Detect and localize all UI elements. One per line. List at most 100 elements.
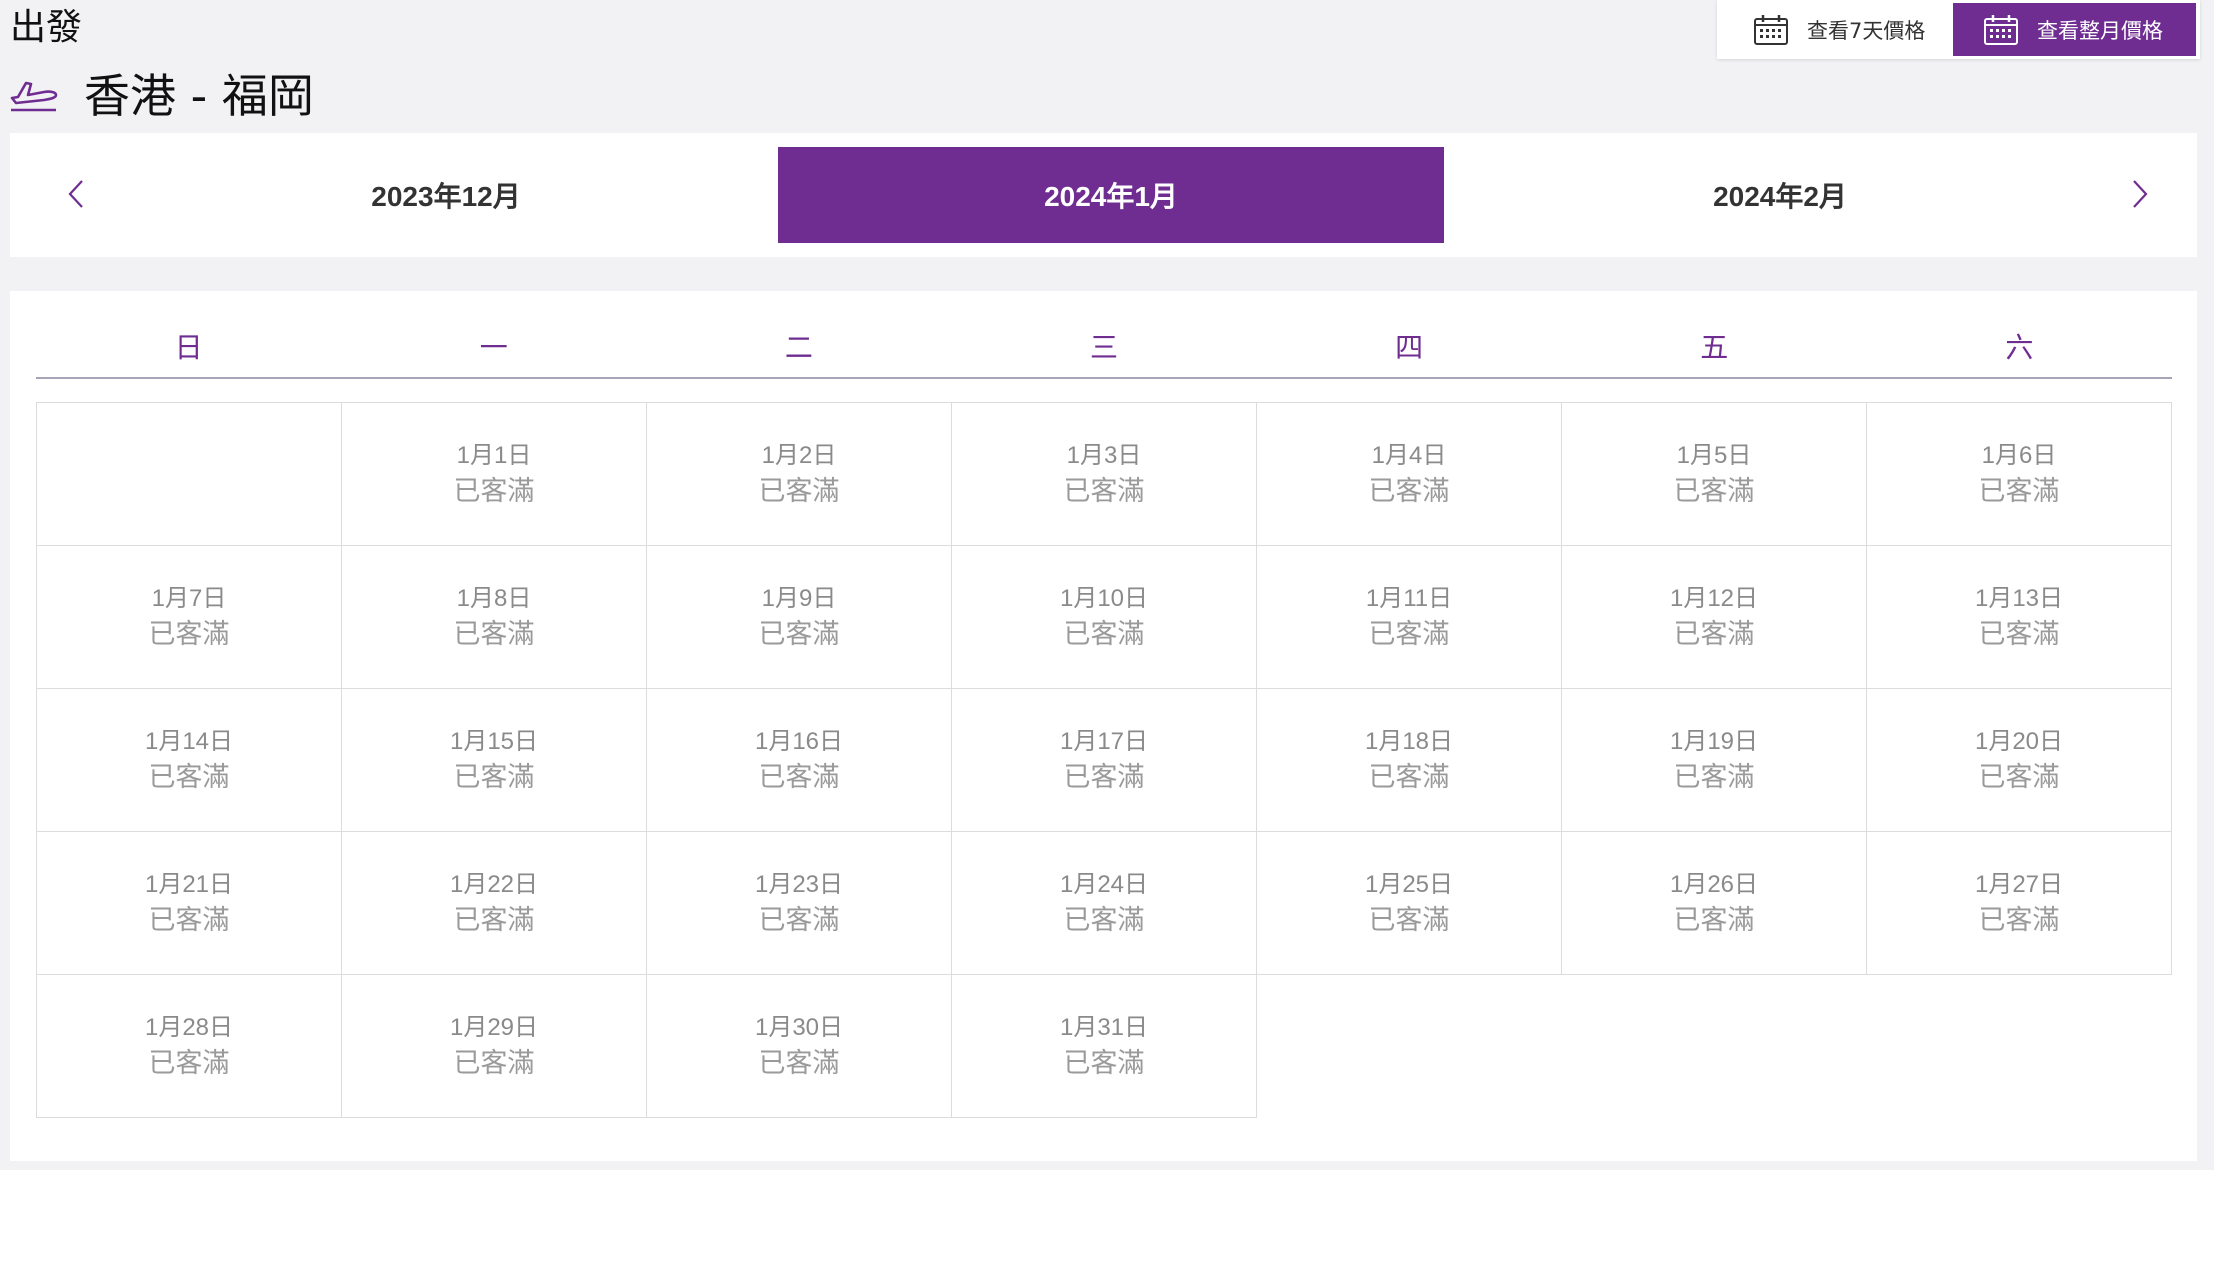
view-7-days-button[interactable]: 查看7天價格: [1717, 0, 1953, 59]
day-status: 已客滿: [758, 476, 840, 507]
day-cell[interactable]: 1月15日已客滿: [341, 688, 647, 832]
weekday-mon: 一: [479, 331, 508, 364]
day-date: 1月18日: [1364, 728, 1454, 755]
day-date: 1月10日: [1059, 585, 1149, 612]
day-cell[interactable]: 1月18日已客滿: [1256, 688, 1562, 832]
day-status: 已客滿: [1673, 905, 1755, 936]
day-status: 已客滿: [758, 905, 840, 936]
day-cell[interactable]: 1月19日已客滿: [1561, 688, 1867, 832]
day-cell[interactable]: 1月10日已客滿: [951, 545, 1257, 689]
day-status: 已客滿: [1063, 905, 1145, 936]
day-cell[interactable]: 1月23日已客滿: [646, 831, 952, 975]
day-status: 已客滿: [1063, 619, 1145, 650]
day-status: 已客滿: [453, 905, 535, 936]
day-date: 1月2日: [761, 442, 837, 469]
day-date: 1月28日: [144, 1014, 234, 1041]
day-date: 1月1日: [456, 442, 532, 469]
route-heading: 香港 - 福岡: [8, 58, 314, 128]
month-calendar: 日 一 二 三 四 五 六 1月1日 已客滿 1月2日 已客滿 1月3日 已客滿 1月…: [10, 291, 2197, 1161]
day-status: 已客滿: [453, 762, 535, 793]
price-view-toggle: 查看7天價格 查看整月價格: [1717, 0, 2200, 59]
calendar-grid: 1月1日 已客滿 1月2日 已客滿 1月3日 已客滿 1月4日 已客滿 1月5日 已客滿 …: [36, 402, 2172, 1118]
day-date: 1月6日: [1981, 442, 2057, 469]
weekday-thu: 四: [1395, 331, 1424, 364]
day-cell[interactable]: 1月3日已客滿: [951, 402, 1257, 546]
day-status: 已客滿: [148, 905, 230, 936]
month-tab-2023-12[interactable]: 2023年12月: [113, 147, 779, 243]
day-status: 已客滿: [1063, 476, 1145, 507]
month-selector: 2023年12月 2024年1月 2024年2月: [10, 133, 2197, 257]
plane-takeoff-icon: [10, 81, 58, 112]
day-date: 1月27日: [1974, 871, 2064, 898]
view-full-month-button[interactable]: 查看整月價格: [1953, 3, 2196, 56]
day-cell[interactable]: 1月8日已客滿: [341, 545, 647, 689]
day-cell[interactable]: 1月7日 已客滿: [36, 545, 342, 689]
day-date: 1月14日: [144, 728, 234, 755]
route-text: 香港 - 福岡: [84, 69, 314, 123]
weekday-wed: 三: [1089, 331, 1118, 364]
day-status: 已客滿: [148, 762, 230, 793]
day-cell[interactable]: 1月11日 已客滿: [1256, 545, 1562, 689]
day-cell[interactable]: 1月4日 已客滿: [1256, 402, 1562, 546]
view-full-month-label: 查看整月價格: [2037, 18, 2163, 43]
day-status: 已客滿: [148, 619, 230, 650]
day-cell[interactable]: 1月21日已客滿: [36, 831, 342, 975]
day-cell[interactable]: 1月26日 已客滿: [1561, 831, 1867, 975]
day-status: 已客滿: [1673, 762, 1755, 793]
previous-month-button[interactable]: [56, 169, 96, 219]
month-tab-2024-01[interactable]: 2024年1月: [778, 147, 1444, 243]
day-date: 1月17日: [1059, 728, 1149, 755]
day-cell[interactable]: 1月2日已客滿: [646, 402, 952, 546]
day-cell[interactable]: 1月25日已客滿: [1256, 831, 1562, 975]
day-status: 已客滿: [758, 1048, 840, 1079]
day-status: 已客滿: [148, 1048, 230, 1079]
day-status: 已客滿: [1368, 476, 1450, 507]
day-cell[interactable]: 1月22日已客滿: [341, 831, 647, 975]
day-status: 已客滿: [1673, 476, 1755, 507]
day-cell[interactable]: 1月27日 已客滿: [1866, 831, 2172, 975]
day-status: 已客滿: [453, 619, 535, 650]
day-date: 1月25日: [1364, 871, 1454, 898]
day-date: 1月16日: [754, 728, 844, 755]
view-7-days-label: 查看7天價格: [1807, 18, 1926, 43]
month-tab-2024-02[interactable]: 2024年2月: [1447, 147, 2113, 243]
calendar-icon: [1754, 14, 1788, 45]
day-cell[interactable]: 1月30日 已客滿: [646, 974, 952, 1118]
day-cell[interactable]: 1月14日已客滿: [36, 688, 342, 832]
day-date: 1月3日: [1066, 442, 1142, 469]
day-date: 1月11日: [1365, 585, 1453, 612]
next-month-button[interactable]: [2120, 169, 2160, 219]
day-cell[interactable]: 1月29日 已客滿: [341, 974, 647, 1118]
day-status: 已客滿: [758, 762, 840, 793]
fare-calendar-page: 出發 香港 - 福岡 查看7天價格 查看整月價格 2023年12月 2024年1…: [0, 0, 2214, 1170]
day-status: 已客滿: [1368, 762, 1450, 793]
day-date: 1月8日: [456, 585, 532, 612]
chevron-right-icon: [2133, 180, 2148, 208]
day-cell[interactable]: 1月6日 已客滿: [1866, 402, 2172, 546]
day-date: 1月23日: [754, 871, 844, 898]
day-cell[interactable]: 1月31日 已客滿: [951, 974, 1257, 1118]
day-date: 1月19日: [1669, 728, 1759, 755]
day-cell[interactable]: 1月9日已客滿: [646, 545, 952, 689]
day-date: 1月29日: [449, 1014, 539, 1041]
day-date: 1月21日: [144, 871, 234, 898]
day-status: 已客滿: [1368, 905, 1450, 936]
calendar-icon: [1984, 14, 2018, 45]
day-cell[interactable]: 1月1日 已客滿: [341, 402, 647, 546]
day-status: 已客滿: [1063, 1048, 1145, 1079]
day-cell[interactable]: 1月5日 已客滿: [1561, 402, 1867, 546]
day-status: 已客滿: [758, 619, 840, 650]
day-cell[interactable]: 1月17日 已客滿: [951, 688, 1257, 832]
day-date: 1月15日: [449, 728, 539, 755]
day-cell[interactable]: 1月24日 已客滿: [951, 831, 1257, 975]
day-date: 1月9日: [761, 585, 837, 612]
day-cell[interactable]: 1月12日 已客滿: [1561, 545, 1867, 689]
day-cell[interactable]: 1月16日已客滿: [646, 688, 952, 832]
day-cell[interactable]: 1月28日已客滿: [36, 974, 342, 1118]
day-date: 1月13日: [1974, 585, 2064, 612]
weekday-sun: 日: [174, 331, 203, 364]
day-date: 1月22日: [449, 871, 539, 898]
day-cell[interactable]: 1月20日 已客滿: [1866, 688, 2172, 832]
day-cell[interactable]: 1月13日已客滿: [1866, 545, 2172, 689]
day-status: 已客滿: [1978, 619, 2060, 650]
